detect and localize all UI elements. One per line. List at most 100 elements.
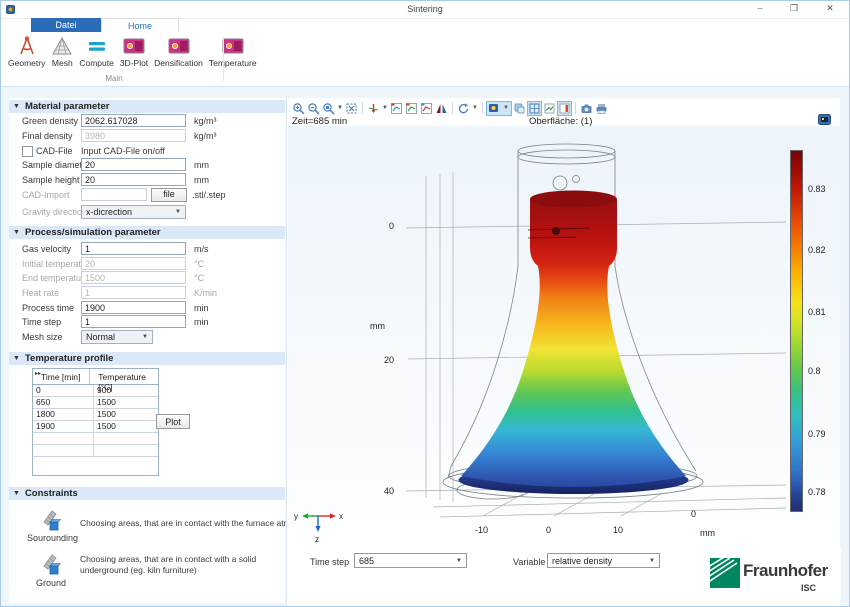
plot3d-icon	[123, 35, 145, 57]
tab-home[interactable]: Home	[101, 18, 179, 32]
initial-temperature-input	[81, 257, 186, 270]
surrounding-label[interactable]: Sourounding	[27, 533, 78, 543]
default-view-icon[interactable]	[366, 101, 381, 116]
wireframe-toggle-icon[interactable]	[527, 100, 542, 116]
chevron-down-icon[interactable]: ▼	[336, 105, 344, 111]
environment-icon[interactable]	[542, 101, 557, 116]
section-material-parameter[interactable]: ▼ Material parameter	[9, 100, 285, 113]
zoom-extents-icon[interactable]	[344, 101, 359, 116]
section-process-parameter[interactable]: ▼ Process/simulation parameter	[9, 226, 285, 239]
chevron-down-icon[interactable]: ▼	[471, 105, 479, 111]
temperature-button[interactable]: Temperature	[206, 35, 260, 68]
cad-file-checkbox[interactable]	[22, 146, 33, 157]
mirror-icon[interactable]	[434, 101, 449, 116]
variable-select[interactable]: relative density ▼	[547, 553, 660, 568]
heat-rate-input	[81, 286, 186, 299]
view-xy-icon[interactable]	[389, 101, 404, 116]
close-button[interactable]: ✕	[819, 3, 841, 14]
section-temperature-profile[interactable]: ▼ Temperature profile	[9, 352, 285, 365]
rotate-icon[interactable]	[456, 101, 471, 116]
scene-light-combo[interactable]: ▼	[486, 100, 512, 116]
collapse-icon: ▼	[13, 355, 20, 362]
densification-button[interactable]: Densification	[151, 35, 206, 68]
field-label: End temperature	[22, 273, 90, 283]
table-cell[interactable]: 0	[33, 385, 94, 396]
x-axis-tick: -10	[475, 525, 488, 535]
table-row[interactable]: 1900 1500	[33, 421, 158, 433]
table-cell[interactable]: 1500	[94, 409, 116, 420]
ground-label[interactable]: Ground	[27, 578, 75, 588]
cad-file-hint: Input CAD-File on/off	[81, 146, 165, 156]
view-yz-icon[interactable]	[404, 101, 419, 116]
unit-label: °C	[194, 273, 205, 283]
param-row-cad-import: CAD-Import file .stl/.step	[9, 188, 285, 202]
gas-velocity-input[interactable]	[81, 242, 186, 255]
param-row-time-step: Time step min	[9, 315, 285, 329]
field-label: Mesh size	[22, 332, 63, 342]
table-cell[interactable]: 1800	[33, 409, 94, 420]
table-cell[interactable]	[33, 433, 94, 444]
print-icon[interactable]	[594, 101, 609, 116]
snapshot-icon[interactable]	[579, 101, 594, 116]
color-legend-tick: 0.81	[808, 307, 826, 317]
zoom-out-icon[interactable]	[306, 101, 321, 116]
chevron-down-icon[interactable]: ▼	[381, 105, 389, 111]
sample-diameter-input[interactable]	[81, 158, 186, 171]
compute-button[interactable]: Compute	[76, 35, 117, 68]
table-cell[interactable]	[33, 445, 94, 456]
transparency-icon[interactable]	[512, 101, 527, 116]
time-step-input[interactable]	[81, 315, 186, 328]
fraunhofer-logo: Fraunhofer ISC	[696, 548, 841, 600]
table-cell[interactable]	[94, 433, 97, 444]
zoom-box-icon[interactable]	[321, 101, 336, 116]
end-temperature-input	[81, 271, 186, 284]
table-cell[interactable]: 1500	[94, 397, 116, 408]
coordinate-triad: y x z	[294, 512, 343, 544]
ribbon: Geometry Mesh Compute 3D-Plot Densificat…	[1, 32, 849, 87]
table-row[interactable]	[33, 433, 158, 445]
maximize-button[interactable]: ❐	[783, 3, 805, 14]
param-row-final-density: Final density kg/m³	[9, 129, 285, 143]
temperature-profile-table[interactable]: ▸▸ Time [min] Temperature [°C] 0 900 650 1…	[32, 368, 159, 476]
table-cell[interactable]: 650	[33, 397, 94, 408]
time-step-select[interactable]: 685 ▼	[354, 553, 467, 568]
table-row[interactable]: 0 900	[33, 385, 158, 397]
table-cell[interactable]: 1500	[94, 421, 116, 432]
color-legend-toggle-icon[interactable]	[557, 100, 572, 116]
mesh-button[interactable]: Mesh	[48, 35, 76, 68]
tab-datei[interactable]: Datei	[31, 18, 101, 32]
plot-button[interactable]: Plot	[156, 414, 190, 429]
view-xz-icon[interactable]	[419, 101, 434, 116]
green-density-input[interactable]	[81, 114, 186, 127]
gravity-direction-select[interactable]: x-dicrection ▼	[81, 205, 186, 219]
ribbon-group-label: Main	[105, 74, 123, 83]
surrounding-selection-icon[interactable]	[39, 508, 63, 532]
graphics-area: ▼ ▼ ▼ ▼ Zeit=685 min Oberfläche: (1) 0 m…	[286, 98, 841, 606]
section-constraints[interactable]: ▼ Constraints	[9, 487, 285, 500]
table-row[interactable]: 650 1500	[33, 397, 158, 409]
file-button[interactable]: file	[151, 188, 187, 202]
table-row[interactable]: 1800 1500	[33, 409, 158, 421]
plot3d-button[interactable]: 3D-Plot	[117, 35, 151, 68]
geometry-button[interactable]: Geometry	[5, 35, 48, 68]
table-cell[interactable]: 1900	[33, 421, 94, 432]
chevron-down-icon: ▼	[649, 557, 655, 564]
compute-icon	[86, 35, 108, 57]
popout-plot-icon[interactable]	[818, 114, 831, 125]
table-cell[interactable]	[94, 445, 97, 456]
settings-panel: ▼ Material parameter Green density kg/m³…	[9, 98, 321, 603]
plot-canvas[interactable]: 0 mm 20 40 -10 0 10 mm 0 y x z 0.83 0.82…	[288, 126, 840, 547]
window-title: Sintering	[407, 4, 443, 14]
sample-height-input[interactable]	[81, 173, 186, 186]
process-time-input[interactable]	[81, 301, 186, 314]
unit-label: K/min	[194, 288, 218, 298]
final-density-input	[81, 129, 186, 142]
toolbar-separator	[452, 102, 453, 114]
minimize-button[interactable]: –	[749, 3, 771, 13]
unit-label: m/s	[194, 244, 209, 254]
table-row[interactable]	[33, 445, 158, 457]
color-legend-tick: 0.8	[808, 366, 821, 376]
ground-selection-icon[interactable]	[39, 552, 63, 576]
zoom-in-icon[interactable]	[291, 101, 306, 116]
mesh-size-select[interactable]: Normal ▼	[81, 330, 153, 344]
